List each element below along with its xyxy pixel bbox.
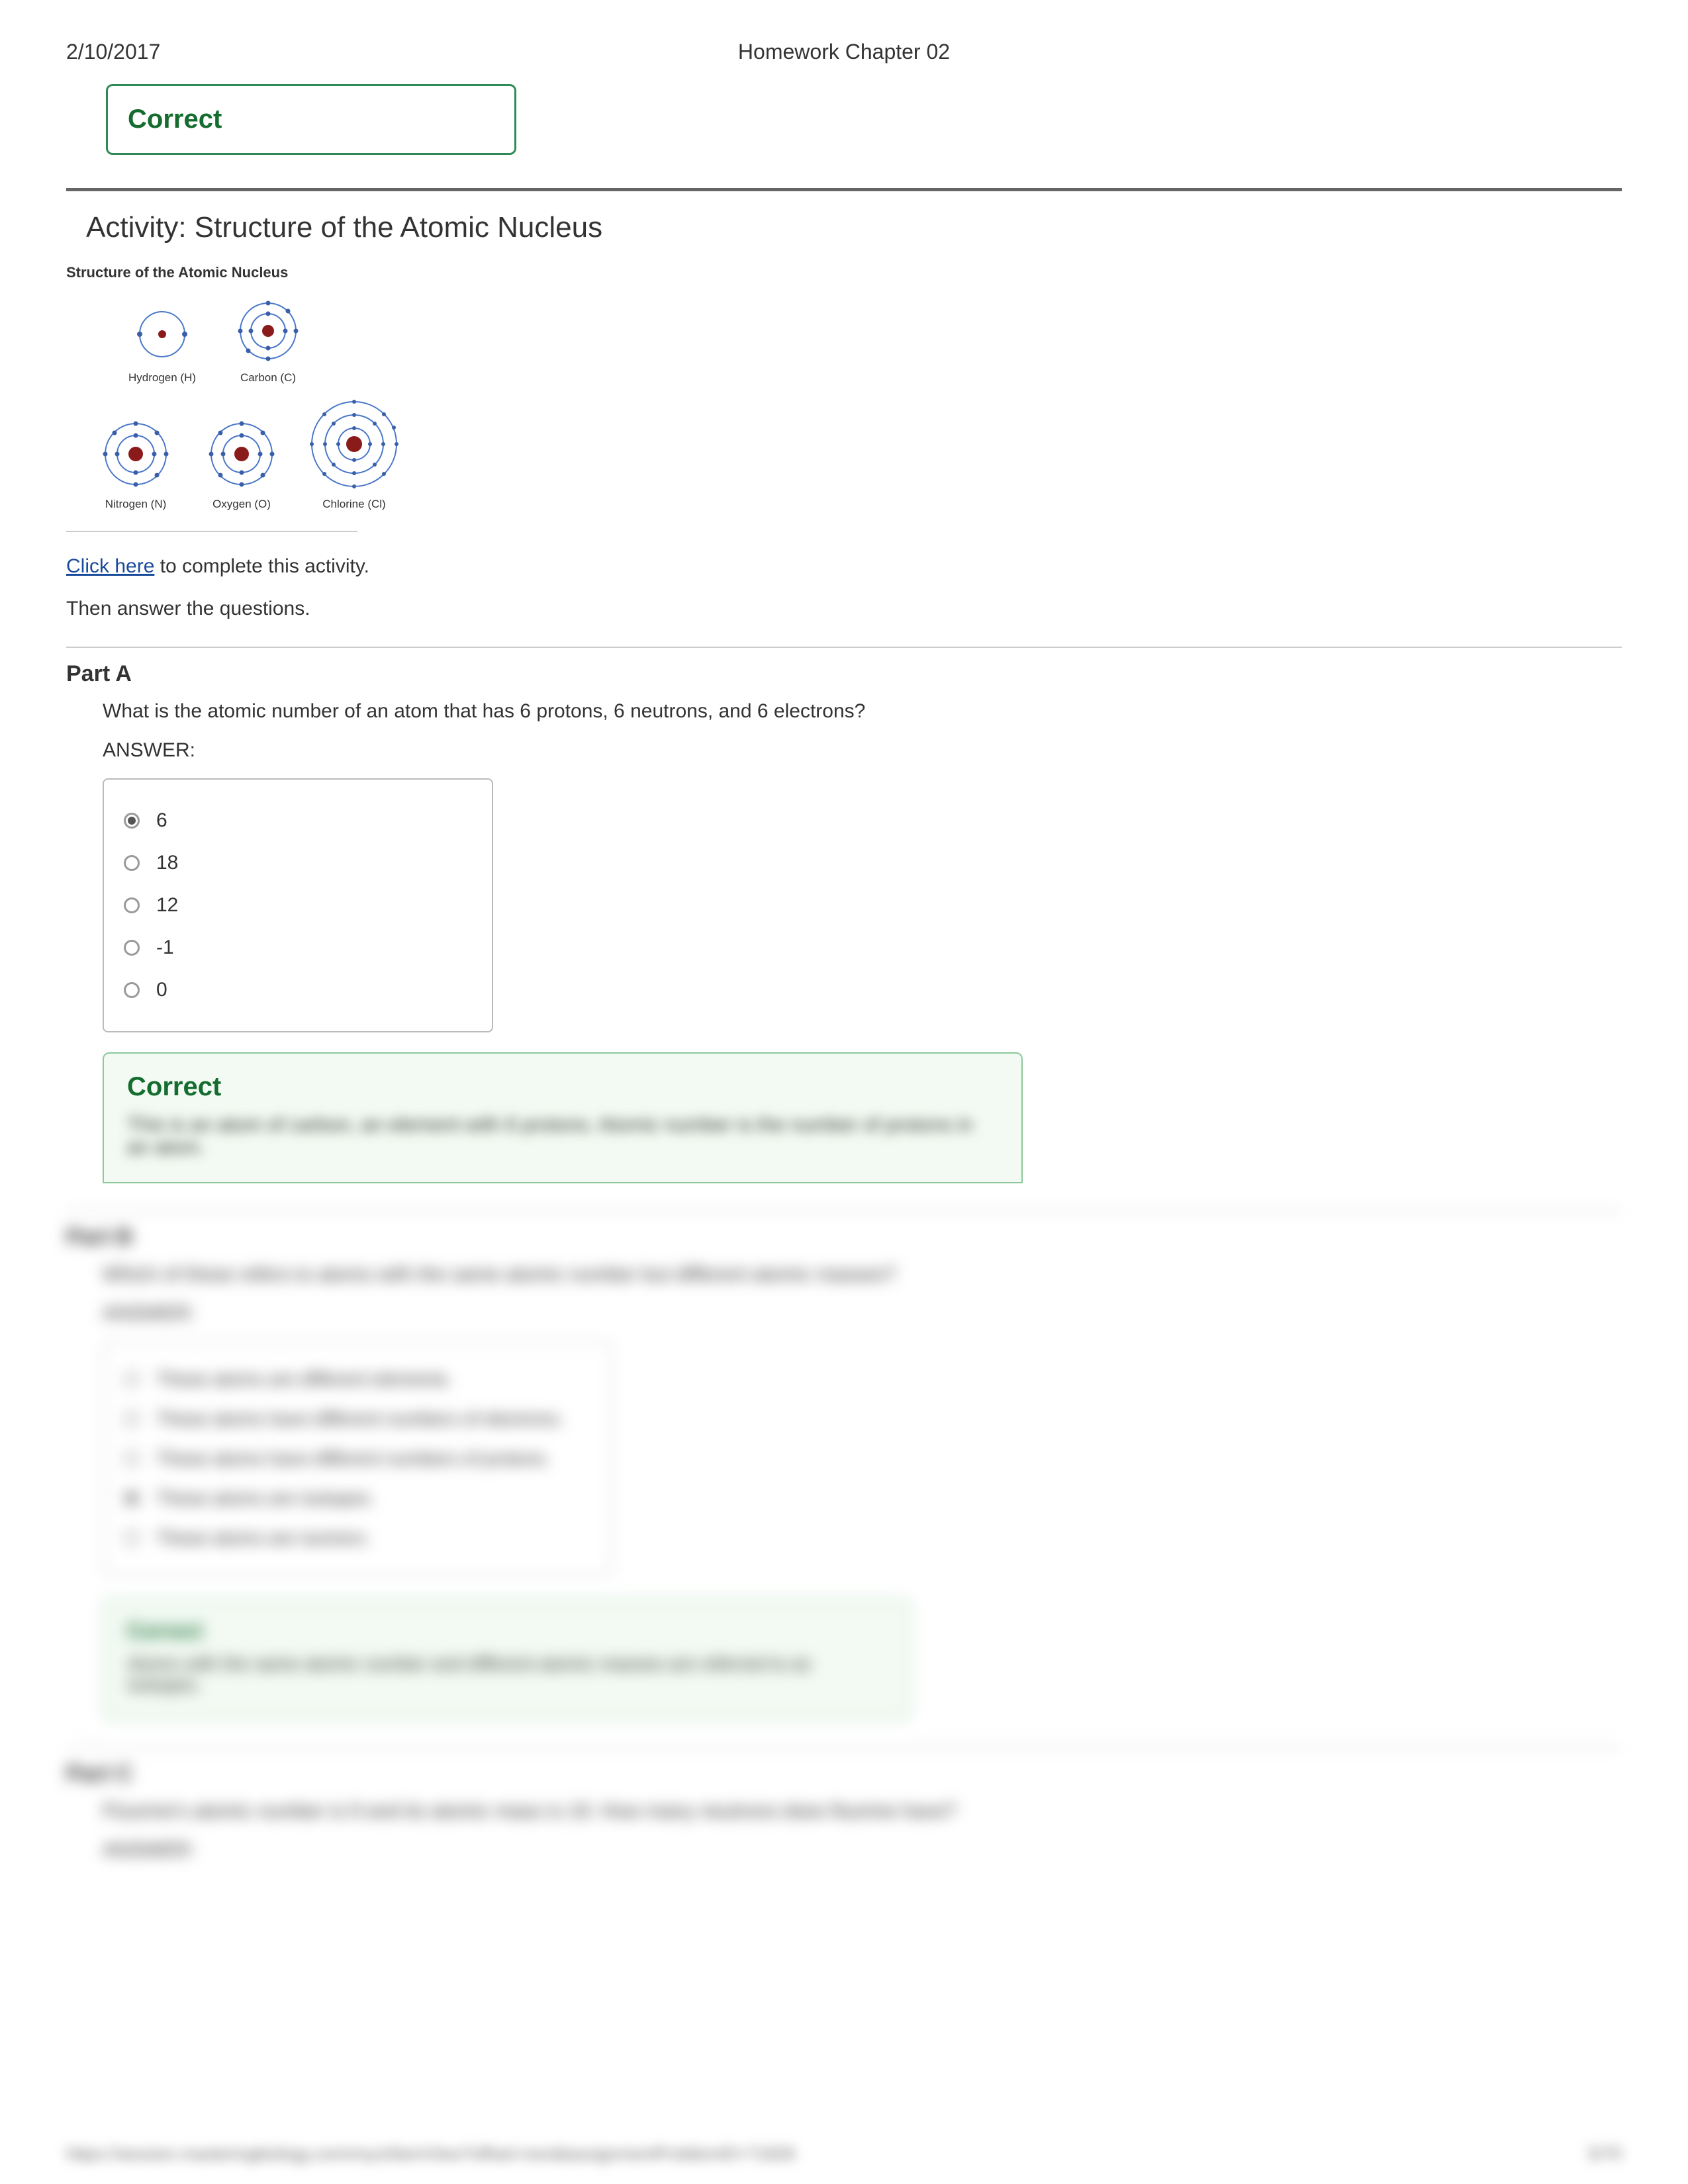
atom-label-c: Carbon (C) — [240, 371, 296, 385]
partA-question: What is the atomic number of an atom tha… — [103, 700, 1622, 723]
partB-options: These atoms are different elements. Thes… — [103, 1342, 612, 1576]
partB-option-4[interactable]: These atoms are isomers. — [124, 1518, 591, 1558]
header-title: Homework Chapter 02 — [738, 40, 950, 64]
activity-link-line: Click here to complete this activity. — [66, 555, 1622, 578]
option-label: These atoms are isotopes. — [156, 1488, 375, 1509]
partA-option-4[interactable]: 0 — [124, 969, 472, 1011]
radio-icon — [124, 940, 140, 956]
divider-partC — [66, 1747, 1622, 1748]
partA-answer-label: ANSWER: — [103, 739, 1622, 762]
activity-title: Activity: Structure of the Atomic Nucleu… — [86, 211, 1622, 244]
partA-option-2[interactable]: 12 — [124, 884, 472, 927]
partB-option-0[interactable]: These atoms are different elements. — [124, 1359, 591, 1399]
option-label: 12 — [156, 894, 178, 917]
footer: https://session.masteringbiology.com/myc… — [66, 2144, 1622, 2164]
footer-page: 5/70 — [1588, 2144, 1622, 2164]
radio-icon — [124, 1451, 140, 1467]
radio-icon — [124, 1530, 140, 1546]
partB-feedback: Correct Atoms with the same atomic numbe… — [103, 1599, 910, 1720]
partB-option-3[interactable]: These atoms are isotopes. — [124, 1479, 591, 1518]
partB-question: Which of these refers to atoms with the … — [103, 1263, 1622, 1286]
feedback-text: Atoms with the same atomic number and di… — [127, 1653, 886, 1696]
partA-option-0[interactable]: 6 — [124, 799, 472, 842]
option-label: These atoms are different elements. — [156, 1369, 453, 1390]
feedback-title: Correct — [127, 1072, 998, 1102]
divider-main — [66, 188, 1622, 191]
footer-url: https://session.masteringbiology.com/myc… — [66, 2144, 795, 2164]
activity-link-tail: to complete this activity. — [154, 555, 369, 577]
feedback-text: This is an atom of carbon, an element wi… — [127, 1114, 998, 1159]
click-here-link[interactable]: Click here — [66, 555, 154, 577]
option-label: 18 — [156, 852, 178, 874]
carbon-atom-icon — [232, 295, 305, 367]
status-label: Correct — [128, 105, 494, 134]
partA-options: 6 18 12 -1 0 — [103, 778, 493, 1032]
partC-label: Part C — [66, 1761, 1622, 1787]
partA-label: Part A — [66, 661, 1622, 687]
nitrogen-atom-icon — [96, 414, 175, 494]
radio-icon — [124, 813, 140, 829]
atom-label-h: Hydrogen (H) — [128, 371, 196, 385]
hydrogen-atom-icon — [129, 301, 195, 367]
divider-partA — [66, 647, 1622, 648]
partA-option-1[interactable]: 18 — [124, 842, 472, 884]
atoms-diagram: Hydrogen (H) Carbon (C) — [66, 295, 1622, 511]
partA-feedback: Correct This is an atom of carbon, an el… — [103, 1052, 1023, 1183]
partC-question: Fluorine's atomic number is 9 and its at… — [103, 1800, 1622, 1823]
atom-label-o: Oxygen (O) — [212, 498, 271, 511]
partB-label: Part B — [66, 1224, 1622, 1250]
radio-icon — [124, 897, 140, 913]
radio-icon — [124, 982, 140, 998]
diagram-title: Structure of the Atomic Nucleus — [66, 264, 1622, 281]
radio-icon — [124, 1490, 140, 1506]
feedback-title: Correct — [127, 1619, 886, 1643]
oxygen-atom-icon — [202, 414, 281, 494]
partB-option-2[interactable]: These atoms have different numbers of pr… — [124, 1439, 591, 1479]
divider-diagram — [66, 531, 357, 532]
atom-label-n: Nitrogen (N) — [105, 498, 167, 511]
radio-icon — [124, 855, 140, 871]
activity-instr2: Then answer the questions. — [66, 598, 1622, 620]
option-label: 6 — [156, 809, 167, 832]
radio-icon — [124, 1371, 140, 1387]
option-label: -1 — [156, 936, 174, 959]
option-label: These atoms are isomers. — [156, 1527, 371, 1549]
status-box-top: Correct — [106, 84, 516, 155]
header-date: 2/10/2017 — [66, 40, 160, 64]
radio-icon — [124, 1411, 140, 1427]
partB-option-1[interactable]: These atoms have different numbers of el… — [124, 1399, 591, 1439]
chlorine-atom-icon — [305, 394, 404, 494]
option-label: These atoms have different numbers of el… — [156, 1408, 564, 1430]
atom-label-cl: Chlorine (Cl) — [322, 498, 385, 511]
divider-partB — [66, 1210, 1622, 1211]
option-label: These atoms have different numbers of pr… — [156, 1448, 551, 1469]
partA-option-3[interactable]: -1 — [124, 927, 472, 969]
partB-answer-label: ANSWER: — [103, 1302, 1622, 1325]
partC-answer-label: ANSWER: — [103, 1839, 1622, 1862]
option-label: 0 — [156, 979, 167, 1001]
